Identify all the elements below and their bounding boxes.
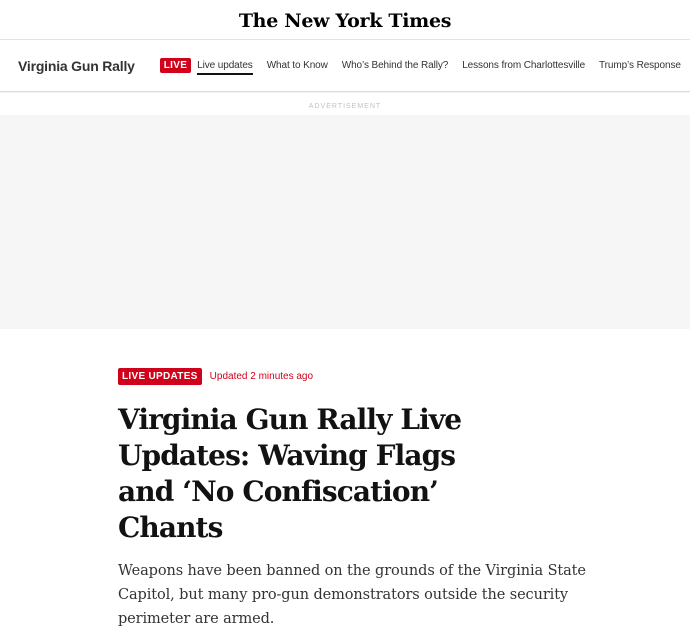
section-title[interactable]: Virginia Gun Rally bbox=[18, 58, 135, 74]
updated-timestamp: Updated 2 minutes ago bbox=[209, 371, 314, 382]
nav-link-what-to-know[interactable]: What to Know bbox=[267, 60, 328, 71]
headline: Virginia Gun Rally Live Updates: Waving … bbox=[118, 403, 462, 544]
live-updates-badge: LIVE UPDATES bbox=[118, 368, 202, 385]
article-header: LIVE UPDATES Updated 2 minutes ago Virgi… bbox=[118, 368, 598, 631]
nav-link-trumps-response[interactable]: Trump’s Response bbox=[599, 60, 681, 71]
article-meta: LIVE UPDATES Updated 2 minutes ago bbox=[118, 368, 598, 385]
live-label: LIVE bbox=[159, 58, 192, 73]
advertisement-area[interactable]: ADVERTISEMENT bbox=[0, 93, 690, 329]
section-nav: Virginia Gun Rally LIVE Live updates Wha… bbox=[0, 40, 690, 92]
masthead: The New York Times bbox=[0, 0, 690, 40]
ad-label: ADVERTISEMENT bbox=[308, 103, 382, 110]
nav-link-whos-behind[interactable]: Who’s Behind the Rally? bbox=[342, 60, 449, 71]
nyt-logo[interactable]: The New York Times bbox=[239, 10, 452, 32]
article-summary: Weapons have been banned on the grounds … bbox=[118, 563, 586, 627]
nav-link-live-updates[interactable]: Live updates bbox=[197, 60, 253, 75]
nav-link-charlottesville[interactable]: Lessons from Charlottesville bbox=[462, 60, 585, 71]
